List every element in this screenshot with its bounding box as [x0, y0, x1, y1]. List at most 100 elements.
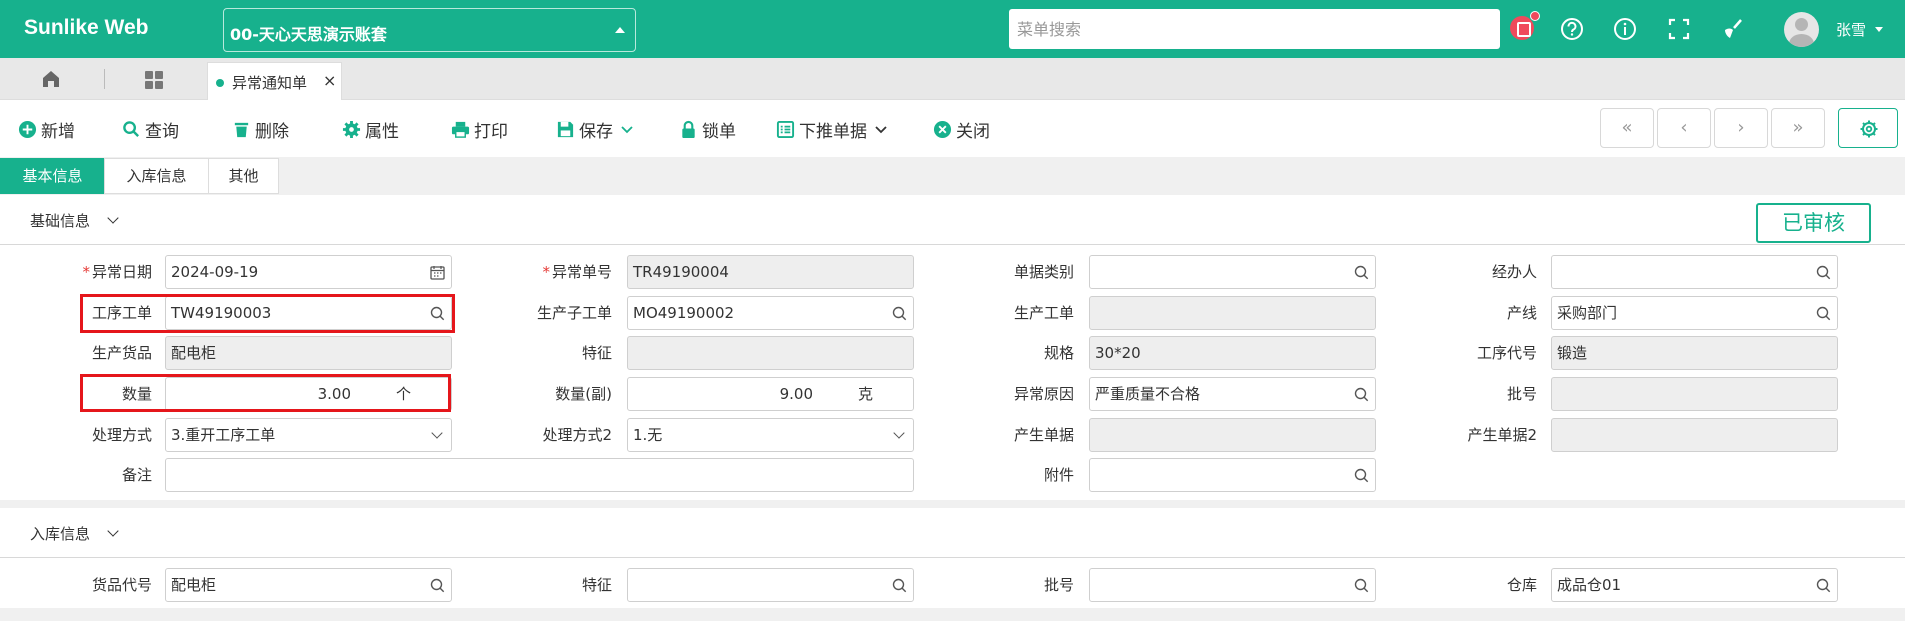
- search-icon[interactable]: [1354, 578, 1369, 593]
- save-button[interactable]: 保存: [556, 117, 637, 142]
- qty-field[interactable]: 3.00 个: [165, 377, 452, 411]
- line-field[interactable]: 采购部门: [1551, 296, 1838, 330]
- sub-order-label: 生产子工单: [536, 304, 612, 322]
- avatar[interactable]: [1784, 12, 1819, 47]
- field-value: 2024-09-19: [171, 263, 259, 281]
- required-mark: *: [542, 263, 550, 281]
- tab-basic-info[interactable]: 基本信息: [0, 158, 105, 194]
- label-text: 异常日期: [91, 263, 152, 281]
- last-record-button[interactable]: »: [1771, 108, 1825, 148]
- search-icon[interactable]: [430, 578, 445, 593]
- feature-label: 特征: [581, 344, 612, 362]
- search-icon[interactable]: [892, 578, 907, 593]
- process-code-field: 锻造: [1551, 336, 1838, 370]
- doc-type-field[interactable]: [1089, 255, 1376, 289]
- first-record-button[interactable]: «: [1600, 108, 1654, 148]
- prod-goods-label: 生产货品: [91, 344, 152, 362]
- close-icon[interactable]: ×: [323, 71, 336, 90]
- abnormal-no-label: * 异常单号: [500, 255, 612, 289]
- basic-info-header[interactable]: 基础信息 已审核: [0, 195, 1905, 245]
- stock-feature-field[interactable]: [627, 568, 914, 602]
- qty-value: 3.00: [317, 385, 351, 403]
- chevron-down-icon: [621, 126, 633, 134]
- stock-info-header[interactable]: 入库信息: [0, 508, 1905, 558]
- sub-order-field[interactable]: MO49190002: [627, 296, 914, 330]
- grid-icon[interactable]: [143, 69, 165, 91]
- close-button-label: 关闭: [956, 121, 990, 142]
- reason-field[interactable]: 严重质量不合格: [1089, 377, 1376, 411]
- top-bar: Sunlike Web 00-天心天思演示账套 张雪: [0, 0, 1905, 58]
- properties-button[interactable]: 属性: [342, 117, 399, 142]
- username[interactable]: 张雪: [1836, 19, 1866, 40]
- query-button[interactable]: 查询: [122, 117, 179, 142]
- abnormal-date-field[interactable]: 2024-09-19: [165, 255, 452, 289]
- qty-sub-field[interactable]: 9.00 克: [627, 377, 914, 411]
- attachment-field[interactable]: [1089, 458, 1376, 492]
- info-icon[interactable]: [1611, 15, 1639, 43]
- chevron-down-icon: [431, 427, 443, 439]
- search-icon[interactable]: [1816, 578, 1831, 593]
- fullscreen-icon[interactable]: [1665, 15, 1693, 43]
- document-list-icon: [776, 120, 795, 138]
- search-icon[interactable]: [1816, 306, 1831, 321]
- search-icon[interactable]: [892, 306, 907, 321]
- home-icon[interactable]: [40, 68, 62, 90]
- warehouse-field[interactable]: 成品仓01: [1551, 568, 1838, 602]
- method2-select[interactable]: 1.无: [627, 418, 914, 452]
- delete-button[interactable]: 删除: [232, 117, 289, 142]
- gen-doc2-label: 产生单据2: [1467, 426, 1537, 444]
- qty-unit: 个: [395, 385, 411, 403]
- reason-label: 异常原因: [1013, 385, 1074, 403]
- next-record-button[interactable]: ›: [1714, 108, 1768, 148]
- plus-circle-icon: [18, 120, 37, 138]
- lock-icon: [682, 120, 695, 138]
- method-select[interactable]: 3.重开工序工单: [165, 418, 452, 452]
- prev-record-button[interactable]: ‹: [1657, 108, 1711, 148]
- lock-button-label: 锁单: [702, 121, 736, 142]
- search-icon[interactable]: [1354, 387, 1369, 402]
- message-bell-icon[interactable]: [1510, 16, 1534, 40]
- remark-field[interactable]: [165, 458, 914, 492]
- tab-abnormal-notice[interactable]: 异常通知单 ×: [207, 62, 342, 100]
- doc-type-label: 单据类别: [1013, 263, 1074, 281]
- tab-other[interactable]: 其他: [208, 158, 279, 194]
- lock-button[interactable]: 锁单: [679, 117, 736, 142]
- push-down-button[interactable]: 下推单据: [776, 117, 891, 142]
- goods-code-field[interactable]: 配电柜: [165, 568, 452, 602]
- process-order-field[interactable]: TW49190003: [165, 296, 452, 330]
- floppy-disk-icon: [557, 121, 574, 137]
- calendar-icon[interactable]: [430, 265, 445, 280]
- search-icon[interactable]: [1816, 265, 1831, 280]
- print-button[interactable]: 打印: [451, 117, 508, 142]
- stock-batch-field[interactable]: [1089, 568, 1376, 602]
- field-value: 成品仓01: [1557, 576, 1622, 594]
- close-button[interactable]: 关闭: [933, 117, 990, 142]
- qty-label: 数量: [121, 385, 152, 403]
- new-button[interactable]: 新增: [18, 117, 75, 142]
- delete-button-label: 删除: [255, 121, 289, 142]
- chevron-down-icon: [893, 427, 905, 439]
- search-icon[interactable]: [1354, 468, 1369, 483]
- stock-feature-label: 特征: [581, 576, 612, 594]
- menu-search-input[interactable]: [1009, 9, 1500, 49]
- batch-label: 批号: [1506, 385, 1537, 403]
- goods-code-label: 货品代号: [91, 576, 152, 594]
- field-value: MO49190002: [633, 304, 735, 322]
- settings-button[interactable]: [1838, 108, 1898, 148]
- trash-icon: [234, 122, 249, 137]
- handler-label: 经办人: [1491, 263, 1537, 281]
- help-icon[interactable]: [1558, 15, 1586, 43]
- active-dot-icon: [216, 79, 224, 87]
- account-select[interactable]: 00-天心天思演示账套: [223, 8, 636, 52]
- clean-brush-icon[interactable]: [1719, 15, 1747, 43]
- toolbar: 新增 查询 删除 属性 打印 保存 锁单 下推单据 关闭 « ‹ › »: [0, 100, 1905, 157]
- gen-doc-label: 产生单据: [1013, 426, 1074, 444]
- search-icon[interactable]: [1354, 265, 1369, 280]
- handler-field[interactable]: [1551, 255, 1838, 289]
- tab-label: 异常通知单: [232, 74, 308, 92]
- required-mark: *: [82, 263, 90, 281]
- spec-label: 规格: [1043, 344, 1074, 362]
- account-select-value: 00-天心天思演示账套: [230, 25, 387, 44]
- search-icon[interactable]: [430, 306, 445, 321]
- tab-stock-info[interactable]: 入库信息: [104, 158, 209, 194]
